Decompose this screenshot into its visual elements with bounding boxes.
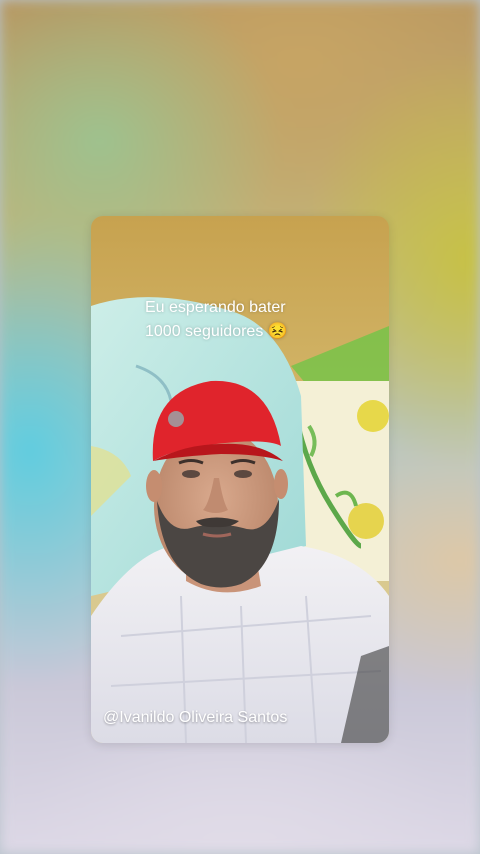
caption-line-1: Eu esperando bater	[145, 299, 286, 316]
caption-line-2: 1000 seguidores 😣	[145, 323, 288, 340]
author-credit: @Ivanildo Oliveira Santos	[103, 709, 288, 726]
story-caption: Eu esperando bater 1000 seguidores 😣	[145, 296, 288, 344]
story-video-frame[interactable]: Eu esperando bater 1000 seguidores 😣 @Iv…	[91, 216, 389, 743]
